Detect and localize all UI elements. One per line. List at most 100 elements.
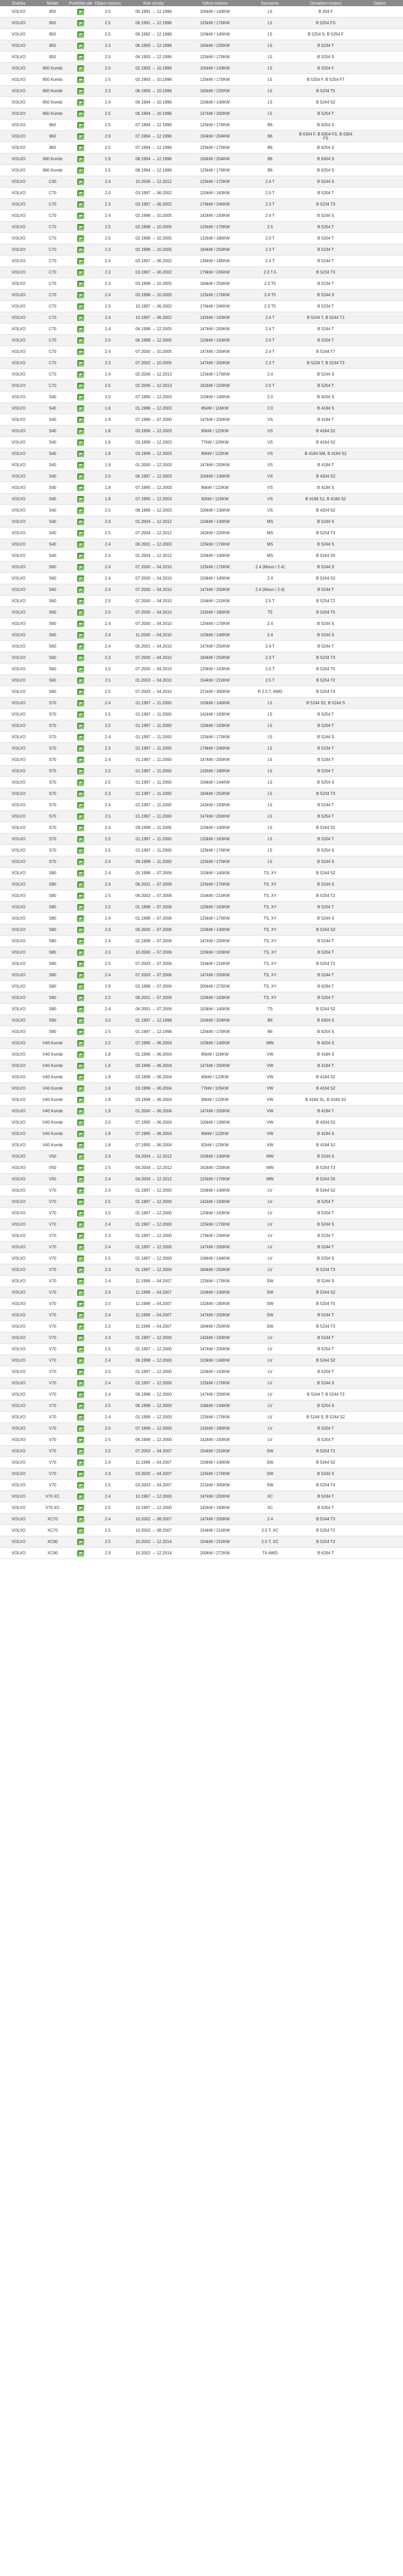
camera-icon[interactable] [77, 473, 84, 480]
camera-icon[interactable] [77, 1028, 84, 1035]
camera-icon[interactable] [77, 292, 84, 298]
camera-icon[interactable] [77, 1232, 84, 1239]
camera-icon[interactable] [77, 8, 84, 15]
camera-icon[interactable] [77, 847, 84, 854]
camera-icon[interactable] [77, 144, 84, 151]
camera-icon[interactable] [77, 530, 84, 536]
camera-icon[interactable] [77, 711, 84, 718]
camera-icon[interactable] [77, 960, 84, 967]
camera-icon[interactable] [77, 110, 84, 117]
camera-icon[interactable] [77, 1504, 84, 1511]
camera-icon[interactable] [77, 1096, 84, 1103]
camera-icon[interactable] [77, 122, 84, 128]
camera-icon[interactable] [77, 904, 84, 910]
camera-icon[interactable] [77, 360, 84, 366]
camera-icon[interactable] [77, 677, 84, 684]
camera-icon[interactable] [77, 1244, 84, 1250]
camera-icon[interactable] [77, 768, 84, 774]
camera-icon[interactable] [77, 1266, 84, 1273]
camera-icon[interactable] [77, 575, 84, 582]
camera-icon[interactable] [77, 326, 84, 332]
camera-icon[interactable] [77, 133, 84, 140]
camera-icon[interactable] [77, 190, 84, 196]
camera-icon[interactable] [77, 428, 84, 434]
camera-icon[interactable] [77, 1527, 84, 1534]
camera-icon[interactable] [77, 1210, 84, 1216]
camera-icon[interactable] [77, 654, 84, 661]
camera-icon[interactable] [77, 790, 84, 797]
camera-icon[interactable] [77, 178, 84, 185]
camera-icon[interactable] [77, 938, 84, 944]
camera-icon[interactable] [77, 609, 84, 616]
camera-icon[interactable] [77, 405, 84, 412]
camera-icon[interactable] [77, 722, 84, 729]
camera-icon[interactable] [77, 212, 84, 219]
camera-icon[interactable] [77, 1391, 84, 1398]
camera-icon[interactable] [77, 88, 84, 94]
camera-icon[interactable] [77, 371, 84, 378]
camera-icon[interactable] [77, 892, 84, 899]
camera-icon[interactable] [77, 1368, 84, 1375]
camera-icon[interactable] [77, 802, 84, 808]
camera-icon[interactable] [77, 1130, 84, 1137]
camera-icon[interactable] [77, 1062, 84, 1069]
camera-icon[interactable] [77, 1278, 84, 1284]
camera-icon[interactable] [77, 688, 84, 695]
camera-icon[interactable] [77, 564, 84, 570]
camera-icon[interactable] [77, 348, 84, 355]
camera-icon[interactable] [77, 303, 84, 310]
camera-icon[interactable] [77, 972, 84, 978]
camera-icon[interactable] [77, 1459, 84, 1466]
camera-icon[interactable] [77, 1187, 84, 1194]
camera-icon[interactable] [77, 224, 84, 230]
header-volume[interactable]: Objem motoru [93, 0, 123, 6]
camera-icon[interactable] [77, 201, 84, 208]
camera-icon[interactable] [77, 632, 84, 638]
camera-icon[interactable] [77, 496, 84, 502]
camera-icon[interactable] [77, 1380, 84, 1386]
camera-icon[interactable] [77, 1538, 84, 1545]
camera-icon[interactable] [77, 1323, 84, 1330]
camera-icon[interactable] [77, 836, 84, 842]
camera-icon[interactable] [77, 1448, 84, 1454]
camera-icon[interactable] [77, 484, 84, 491]
camera-icon[interactable] [77, 586, 84, 593]
camera-icon[interactable] [77, 394, 84, 400]
camera-icon[interactable] [77, 756, 84, 763]
camera-icon[interactable] [77, 518, 84, 525]
camera-icon[interactable] [77, 337, 84, 344]
camera-icon[interactable] [77, 1470, 84, 1477]
camera-icon[interactable] [77, 779, 84, 786]
camera-icon[interactable] [77, 1176, 84, 1182]
camera-icon[interactable] [77, 1425, 84, 1432]
camera-icon[interactable] [77, 235, 84, 242]
camera-icon[interactable] [77, 167, 84, 174]
camera-icon[interactable] [77, 382, 84, 389]
camera-icon[interactable] [77, 462, 84, 468]
camera-icon[interactable] [77, 314, 84, 321]
camera-icon[interactable] [77, 1255, 84, 1262]
camera-icon[interactable] [77, 1017, 84, 1024]
camera-icon[interactable] [77, 1198, 84, 1205]
camera-icon[interactable] [77, 246, 84, 253]
camera-icon[interactable] [77, 1357, 84, 1364]
camera-icon[interactable] [77, 643, 84, 650]
camera-icon[interactable] [77, 745, 84, 752]
camera-icon[interactable] [77, 824, 84, 831]
camera-icon[interactable] [77, 620, 84, 627]
header-power[interactable]: Výkon motoru [184, 0, 245, 6]
camera-icon[interactable] [77, 54, 84, 60]
camera-icon[interactable] [77, 1074, 84, 1080]
camera-icon[interactable] [77, 915, 84, 922]
header-date[interactable]: Datum [357, 0, 403, 6]
camera-icon[interactable] [77, 1164, 84, 1171]
camera-icon[interactable] [77, 65, 84, 72]
camera-icon[interactable] [77, 507, 84, 514]
header-brand[interactable]: Značka [0, 0, 37, 6]
camera-icon[interactable] [77, 926, 84, 933]
header-model[interactable]: Model [37, 0, 68, 6]
camera-icon[interactable] [77, 42, 84, 49]
header-picture[interactable]: Prohlížet obrázek [68, 0, 93, 6]
camera-icon[interactable] [77, 31, 84, 38]
camera-icon[interactable] [77, 269, 84, 276]
